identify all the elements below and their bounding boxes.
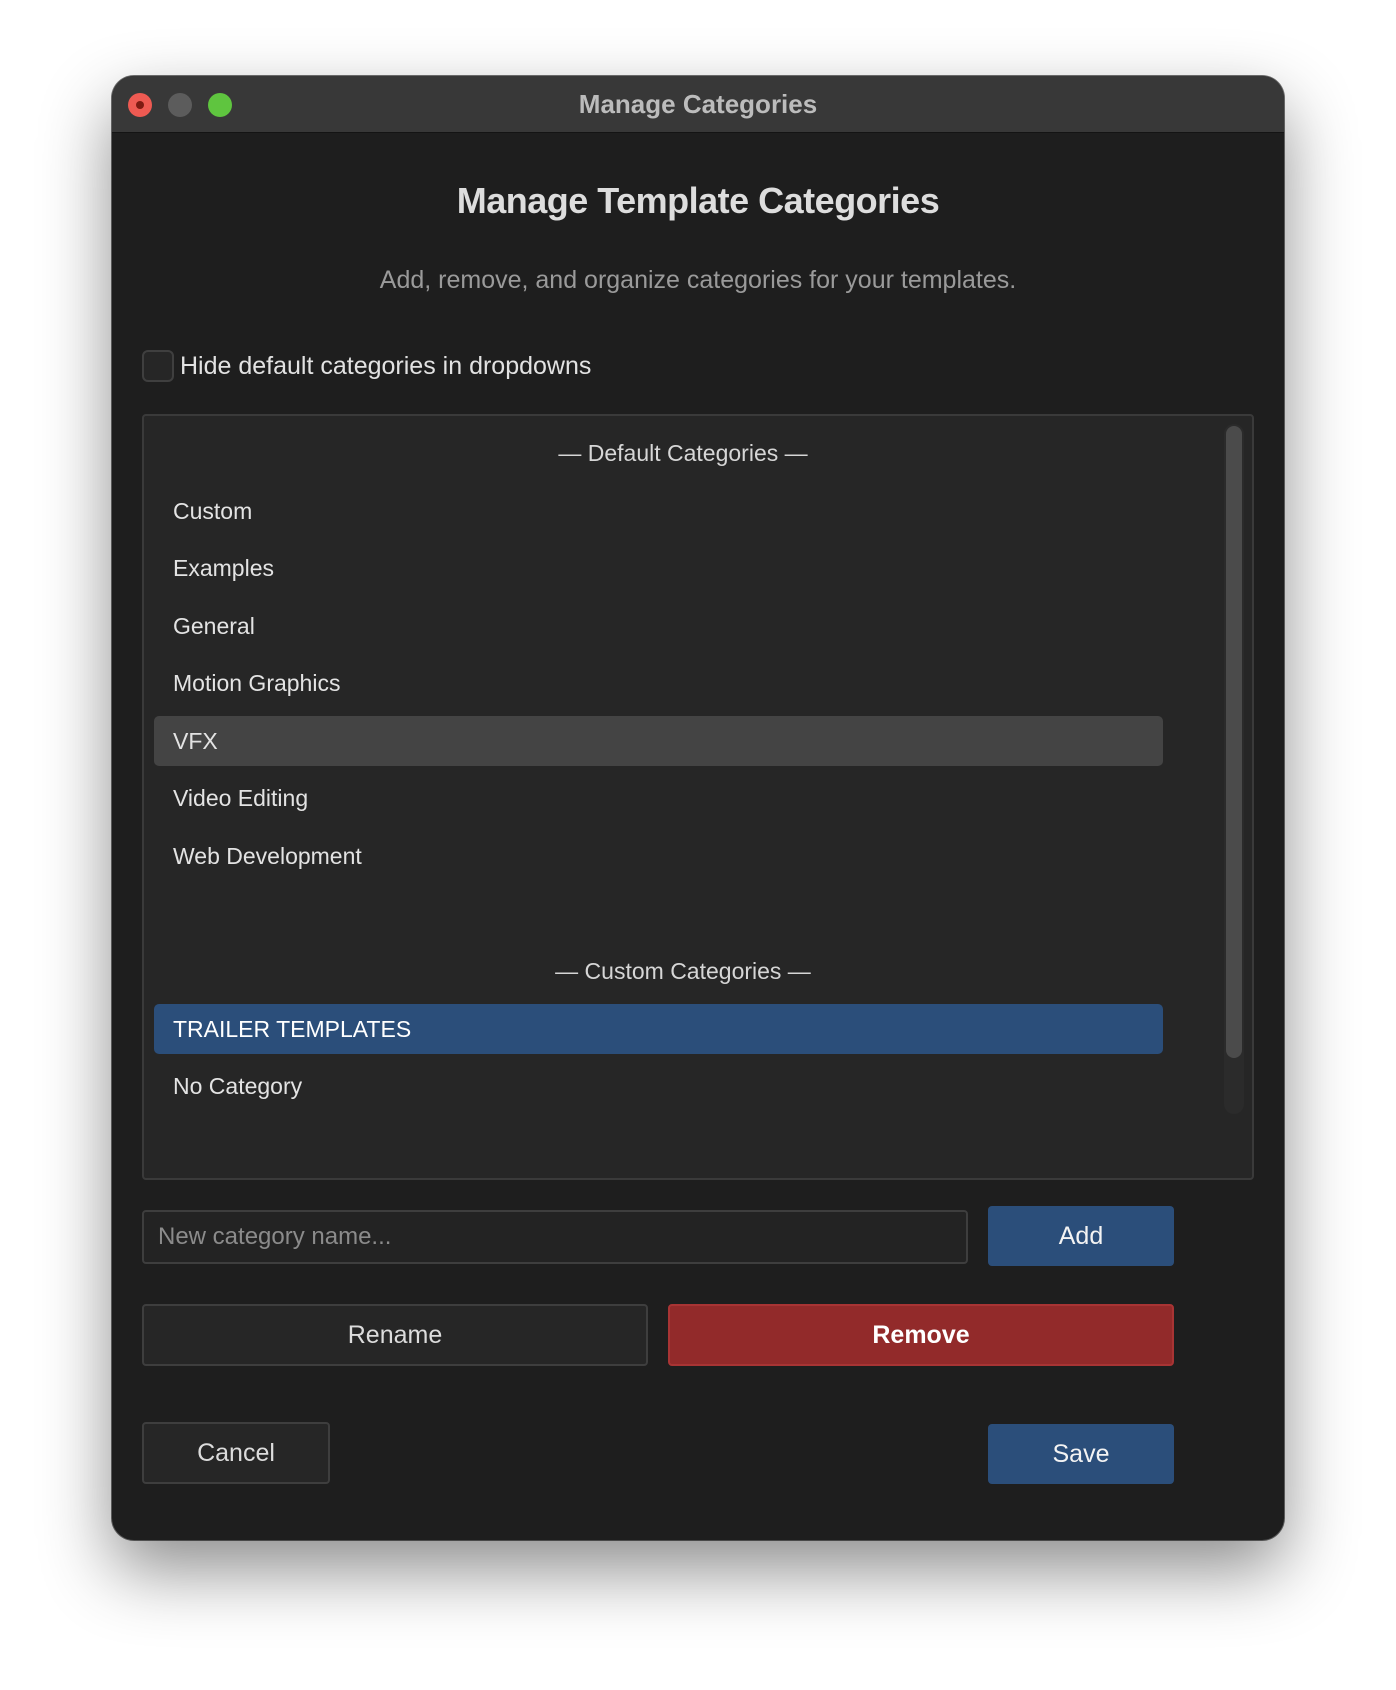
list-scrollbar-thumb[interactable] bbox=[1226, 426, 1242, 1058]
list-item-custom[interactable]: Custom bbox=[154, 486, 1163, 536]
add-button[interactable]: Add bbox=[988, 1206, 1174, 1266]
list-item-web-development[interactable]: Web Development bbox=[154, 831, 1163, 881]
rename-button[interactable]: Rename bbox=[142, 1304, 648, 1366]
list-scrollbar[interactable] bbox=[1224, 424, 1244, 1114]
hide-defaults-checkbox[interactable] bbox=[142, 350, 174, 382]
new-category-input[interactable] bbox=[142, 1210, 968, 1264]
list-item-trailer-templates[interactable]: TRAILER TEMPLATES bbox=[154, 1004, 1163, 1054]
list-item-no-category[interactable]: No Category bbox=[154, 1061, 1163, 1111]
hide-defaults-label[interactable]: Hide default categories in dropdowns bbox=[180, 352, 591, 381]
list-item-vfx[interactable]: VFX bbox=[154, 716, 1163, 766]
window-title: Manage Categories bbox=[578, 89, 818, 119]
dialog-subtitle: Add, remove, and organize categories for… bbox=[379, 266, 1017, 294]
save-button[interactable]: Save bbox=[988, 1424, 1174, 1484]
cancel-button[interactable]: Cancel bbox=[142, 1422, 330, 1484]
list-item-examples[interactable]: Examples bbox=[154, 543, 1163, 593]
list-item-general[interactable]: General bbox=[154, 601, 1163, 651]
categories-list[interactable]: — Default Categories — Custom Examples G… bbox=[142, 414, 1254, 1180]
list-item-motion-graphics[interactable]: Motion Graphics bbox=[154, 658, 1163, 708]
dialog-heading: Manage Template Categories bbox=[456, 180, 940, 221]
default-categories-header: — Default Categories — bbox=[558, 440, 808, 466]
list-item-video-editing[interactable]: Video Editing bbox=[154, 773, 1163, 823]
custom-categories-header: — Custom Categories — bbox=[555, 958, 811, 984]
remove-button[interactable]: Remove bbox=[668, 1304, 1174, 1366]
manage-categories-window: Manage Categories Manage Template Catego… bbox=[112, 76, 1284, 1540]
hide-defaults-option[interactable]: Hide default categories in dropdowns bbox=[142, 348, 591, 384]
title-bar: Manage Categories bbox=[112, 76, 1284, 133]
